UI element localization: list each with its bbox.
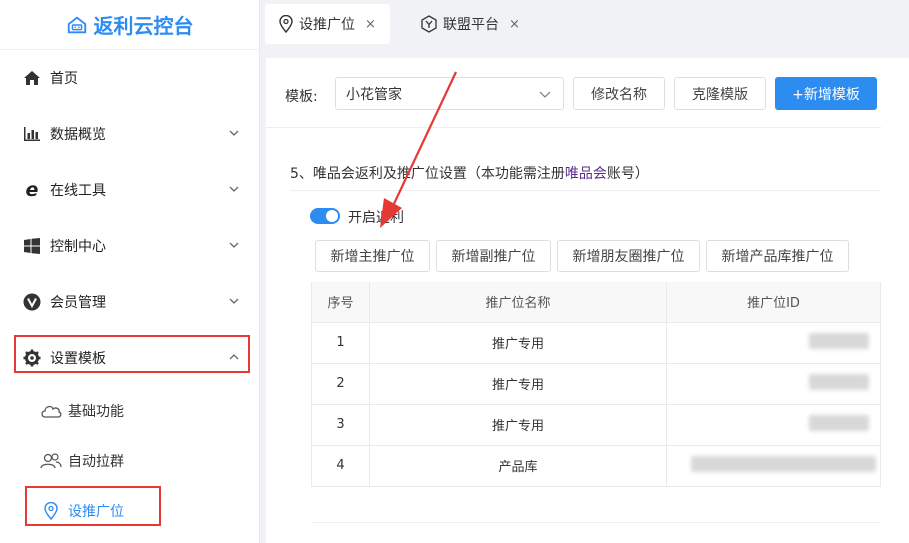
sidebar-item-label: 在线工具 xyxy=(50,183,106,199)
section-title-suffix: 账号） xyxy=(606,166,649,182)
sidebar-item-label: 控制中心 xyxy=(50,239,106,255)
cell-name: 推广专用 xyxy=(369,322,667,364)
add-moments-slot-button[interactable]: 新增朋友圈推广位 xyxy=(557,240,700,272)
sidebar-item-home[interactable]: 首页 xyxy=(0,58,260,98)
section-divider xyxy=(290,190,881,191)
cell-name: 产品库 xyxy=(369,445,667,487)
promo-slot-table: 序号 推广位名称 推广位ID 1 推广专用 2 推广专用 3 推广专用 4 产品… xyxy=(311,282,881,487)
column-header-id: 推广位ID xyxy=(666,282,881,323)
sidebar-subitem-label: 基础功能 xyxy=(68,404,124,420)
highlight-box-promo-slot xyxy=(25,486,161,526)
app-logo[interactable]: 返利云控台 xyxy=(0,0,259,50)
sidebar-item-online-tools[interactable]: e 在线工具 xyxy=(0,170,260,210)
add-main-slot-button[interactable]: 新增主推广位 xyxy=(315,240,430,272)
tab-bar: 设推广位 × 联盟平台 × xyxy=(261,0,881,50)
sidebar-item-data-overview[interactable]: 数据概览 xyxy=(0,114,260,154)
section-title-highlight: 唯品会 xyxy=(564,166,607,182)
sidebar-subitem-auto-group[interactable]: 自动拉群 xyxy=(40,445,124,477)
sidebar-subitem-label: 自动拉群 xyxy=(68,454,124,470)
chevron-down-icon xyxy=(229,242,239,248)
rename-button[interactable]: 修改名称 xyxy=(573,77,665,110)
column-header-no: 序号 xyxy=(311,282,370,323)
template-select-value: 小花管家 xyxy=(346,86,402,103)
sidebar-item-member-management[interactable]: 会员管理 xyxy=(0,282,260,322)
close-icon[interactable]: × xyxy=(365,17,376,32)
table-row[interactable]: 1 推广专用 xyxy=(311,322,881,364)
cell-id-redacted xyxy=(666,322,881,364)
sidebar: 返利云控台 首页 数据概览 e 在线工具 控制中心 会员管理 设置模板 基础功能… xyxy=(0,0,260,543)
redacted-blur xyxy=(808,332,869,349)
bar-chart-icon xyxy=(22,124,42,144)
logo-icon xyxy=(67,16,86,33)
tab-promo-slot[interactable]: 设推广位 × xyxy=(265,4,390,44)
toggle-label: 开启返利 xyxy=(348,210,404,226)
add-sub-slot-button[interactable]: 新增副推广位 xyxy=(436,240,551,272)
rebate-toggle[interactable] xyxy=(310,208,340,224)
windows-icon xyxy=(22,236,42,256)
table-header-row: 序号 推广位名称 推广位ID xyxy=(311,282,881,323)
add-product-slot-button[interactable]: 新增产品库推广位 xyxy=(706,240,849,272)
ie-icon: e xyxy=(25,179,39,201)
clone-template-button[interactable]: 克隆模版 xyxy=(674,77,766,110)
redacted-blur xyxy=(691,455,876,472)
cell-no: 1 xyxy=(311,322,370,364)
top-right-strip xyxy=(881,0,909,58)
sidebar-item-label: 会员管理 xyxy=(50,295,106,311)
chevron-down-icon xyxy=(539,91,551,98)
redacted-blur xyxy=(808,373,869,390)
cell-name: 推广专用 xyxy=(369,404,667,446)
column-header-name: 推广位名称 xyxy=(369,282,667,323)
home-icon xyxy=(22,68,42,88)
cell-no: 3 xyxy=(311,404,370,446)
table-row[interactable]: 3 推广专用 xyxy=(311,404,881,446)
tab-label: 设推广位 xyxy=(299,17,355,33)
table-row[interactable]: 4 产品库 xyxy=(311,445,881,487)
cell-id-redacted xyxy=(666,445,881,487)
close-icon[interactable]: × xyxy=(509,17,520,32)
logo-text: 返利云控台 xyxy=(93,14,194,38)
location-pin-icon xyxy=(279,15,293,33)
sidebar-item-label: 数据概览 xyxy=(50,127,106,143)
right-edge xyxy=(881,58,909,543)
sidebar-subitem-basic-functions[interactable]: 基础功能 xyxy=(40,395,124,427)
cell-no: 4 xyxy=(311,445,370,487)
template-select[interactable]: 小花管家 xyxy=(335,77,564,110)
cell-no: 2 xyxy=(311,363,370,405)
group-icon xyxy=(40,452,62,470)
add-template-button[interactable]: +新增模板 xyxy=(775,77,877,110)
cell-name: 推广专用 xyxy=(369,363,667,405)
bottom-divider xyxy=(311,522,881,523)
section-title-prefix: 5、唯品会返利及推广位设置（本功能需注册 xyxy=(290,166,565,182)
cloud-icon xyxy=(40,402,62,420)
cell-id-redacted xyxy=(666,363,881,405)
tab-alliance-platform[interactable]: 联盟平台 × xyxy=(407,4,534,44)
chevron-down-icon xyxy=(229,130,239,136)
chevron-down-icon xyxy=(229,186,239,192)
member-icon xyxy=(22,292,42,312)
section-title: 5、唯品会返利及推广位设置（本功能需注册唯品会账号） xyxy=(290,163,649,183)
cell-id-redacted xyxy=(666,404,881,446)
divider xyxy=(266,127,881,128)
chevron-down-icon xyxy=(229,298,239,304)
template-label: 模板: xyxy=(285,89,318,105)
tab-label: 联盟平台 xyxy=(443,17,499,33)
sidebar-item-label: 首页 xyxy=(50,71,78,87)
redacted-blur xyxy=(808,414,869,431)
table-row[interactable]: 2 推广专用 xyxy=(311,363,881,405)
highlight-box-settings-template xyxy=(14,335,250,373)
hexagon-y-icon xyxy=(421,15,437,33)
sidebar-item-control-center[interactable]: 控制中心 xyxy=(0,226,260,266)
